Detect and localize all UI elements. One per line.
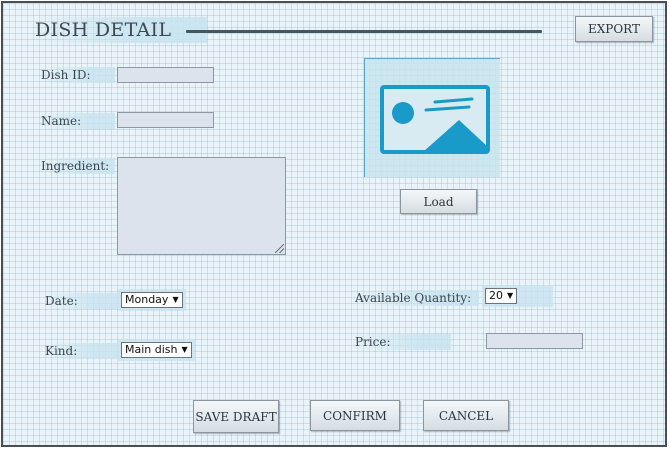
resize-grip-icon[interactable] xyxy=(275,244,284,253)
dropdown-caret-icon: ▼ xyxy=(507,291,514,300)
dish-id-label: Dish ID: xyxy=(41,67,115,83)
dish-image-frame xyxy=(364,58,500,177)
ingredient-textarea-wrap xyxy=(117,157,286,255)
dish-id-input[interactable] xyxy=(117,67,214,83)
name-label: Name: xyxy=(41,113,115,129)
dropdown-caret-icon: ▼ xyxy=(181,345,188,354)
title-divider xyxy=(186,30,542,33)
date-select[interactable]: Monday ▼ xyxy=(121,292,183,308)
image-placeholder-icon xyxy=(380,85,490,154)
available-quantity-label: Available Quantity: xyxy=(355,290,479,306)
quantity-select-wrap: 20 ▼ xyxy=(482,285,554,307)
cancel-button[interactable]: CANCEL xyxy=(423,400,509,431)
kind-label: Kind: xyxy=(45,343,119,359)
date-select-wrap: Monday ▼ xyxy=(118,289,186,311)
date-label: Date: xyxy=(45,293,119,309)
ingredient-textarea[interactable] xyxy=(117,157,286,255)
kind-select-wrap: Main dish ▼ xyxy=(118,339,195,361)
ingredient-label: Ingredient: xyxy=(41,158,115,174)
load-image-button[interactable]: Load xyxy=(400,189,477,214)
name-input[interactable] xyxy=(117,112,214,128)
kind-selected-value: Main dish xyxy=(125,343,178,356)
save-draft-button[interactable]: SAVE DRAFT xyxy=(193,400,279,433)
kind-select[interactable]: Main dish ▼ xyxy=(121,342,192,358)
export-button[interactable]: EXPORT xyxy=(575,16,653,42)
price-input[interactable] xyxy=(486,333,583,349)
confirm-button[interactable]: CONFIRM xyxy=(310,400,400,431)
date-selected-value: Monday xyxy=(125,293,169,306)
quantity-selected-value: 20 xyxy=(489,289,503,302)
available-quantity-select[interactable]: 20 ▼ xyxy=(485,288,518,304)
page-title: DISH DETAIL xyxy=(35,17,208,43)
dish-detail-window: DISH DETAIL EXPORT Dish ID: Name: Ingred… xyxy=(1,1,667,447)
dropdown-caret-icon: ▼ xyxy=(172,295,179,304)
price-label: Price: xyxy=(355,334,451,350)
